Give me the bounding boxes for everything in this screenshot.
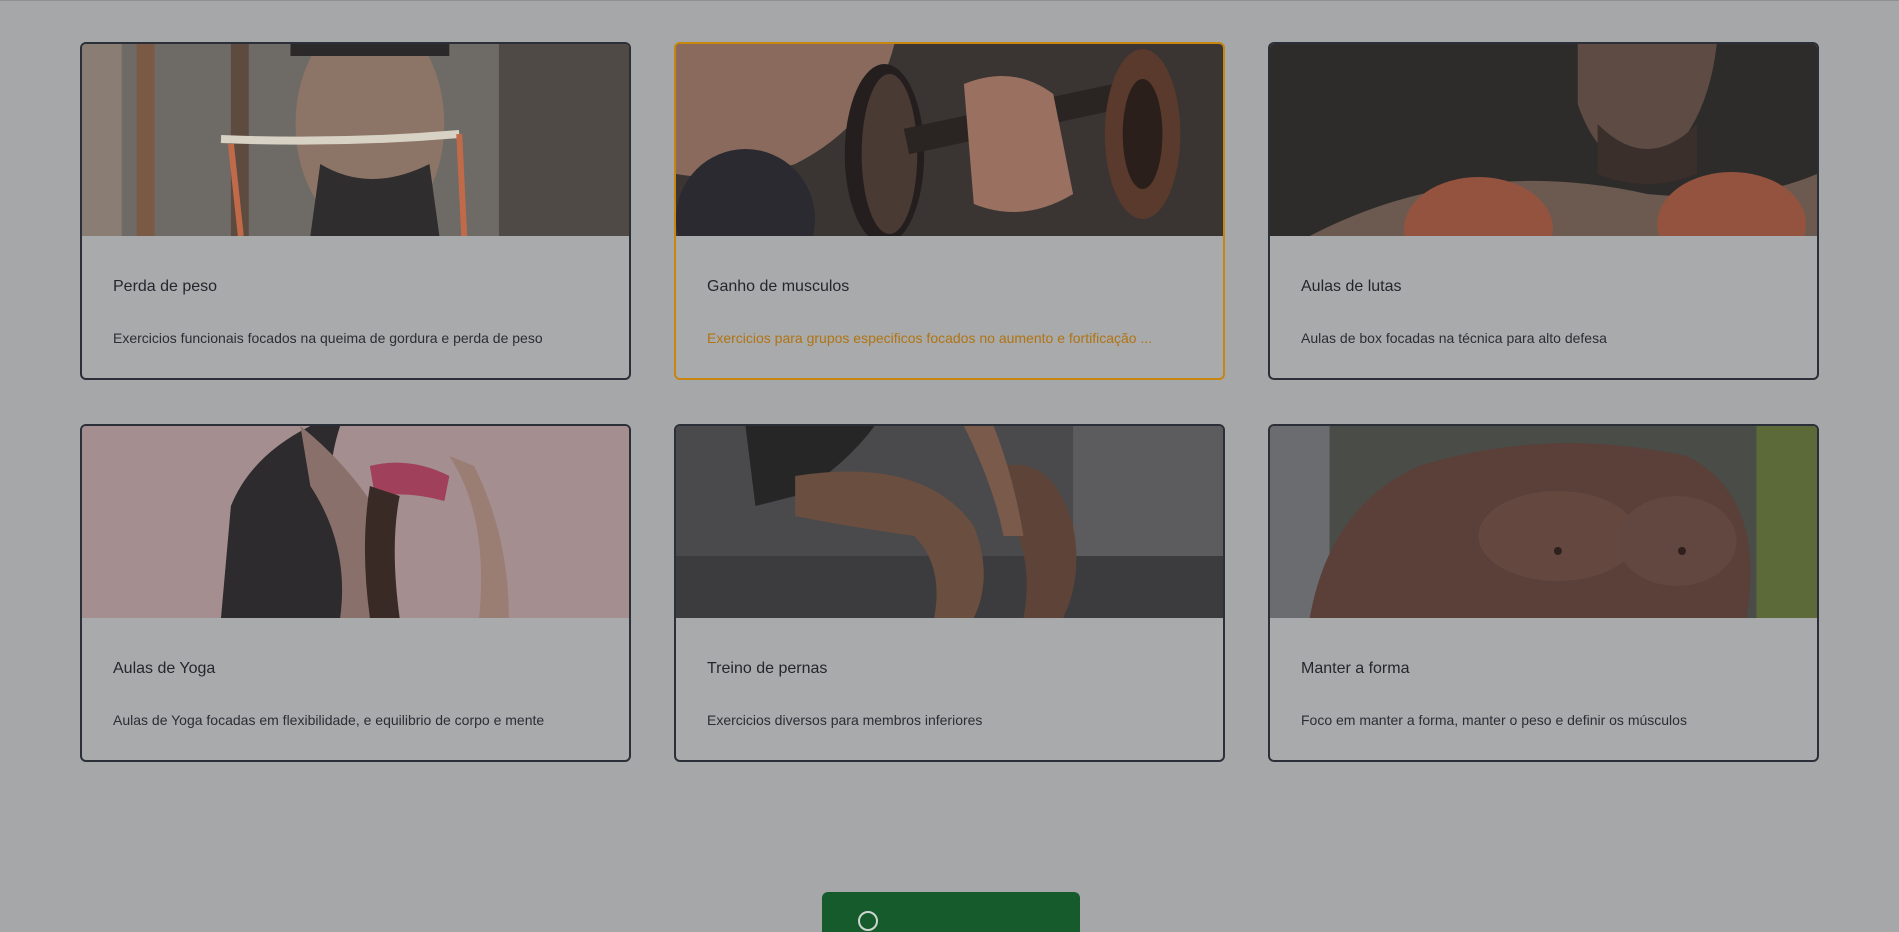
- card-title: Ganho de musculos: [707, 278, 850, 295]
- card-description: Foco em manter a forma, manter o peso e …: [1301, 712, 1687, 728]
- services-grid: Perda de peso Exercicios funcionais foca…: [0, 0, 1899, 921]
- card-title: Aulas de Yoga: [113, 660, 216, 677]
- card-title: Aulas de lutas: [1301, 278, 1402, 295]
- service-card-perda-de-peso[interactable]: Perda de peso Exercicios funcionais foca…: [80, 42, 631, 380]
- service-card-treino-de-pernas[interactable]: Treino de pernas Exercicios diversos par…: [674, 424, 1225, 762]
- card-title: Manter a forma: [1301, 660, 1410, 677]
- service-card-aulas-de-yoga[interactable]: Aulas de Yoga Aulas de Yoga focadas em f…: [80, 424, 631, 762]
- squat-legs-photo: [676, 426, 1223, 618]
- yoga-backbend-photo: [82, 426, 629, 618]
- card-description: Exercicios diversos para membros inferio…: [707, 712, 983, 728]
- card-description: Exercicios funcionais focados na queima …: [113, 330, 543, 346]
- card-title: Perda de peso: [113, 278, 218, 295]
- card-description: Aulas de box focadas na técnica para alt…: [1301, 330, 1607, 346]
- whatsapp-icon: [858, 911, 878, 931]
- service-card-manter-a-forma[interactable]: Manter a forma Foco em manter a forma, m…: [1268, 424, 1819, 762]
- athletic-torso-photo: [1270, 426, 1817, 618]
- card-description: Aulas de Yoga focadas em flexibilidade, …: [113, 712, 545, 728]
- boxer-gloves-photo: [1270, 44, 1817, 236]
- service-card-ganho-de-musculos[interactable]: Ganho de musculos Exercicios para grupos…: [674, 42, 1225, 380]
- service-card-aulas-de-lutas[interactable]: Aulas de lutas Aulas de box focadas na t…: [1268, 42, 1819, 380]
- waist-measuring-tape-photo: [82, 44, 629, 236]
- card-description: Exercicios para grupos especificos focad…: [707, 330, 1153, 346]
- card-title: Treino de pernas: [707, 660, 828, 677]
- whatsapp-contact-button[interactable]: [822, 892, 1080, 932]
- dumbbell-lift-photo: [676, 44, 1223, 236]
